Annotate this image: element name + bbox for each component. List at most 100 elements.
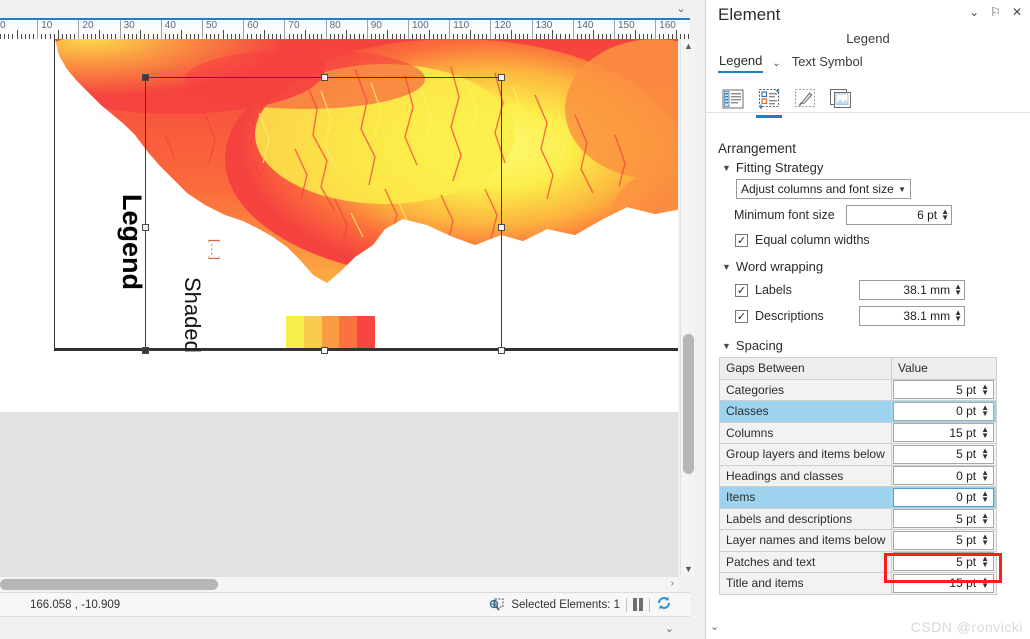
chevron-down-icon[interactable]: ▼ [898,185,906,194]
word-wrapping-group[interactable]: ▼ Word wrapping [722,259,1030,274]
fitting-strategy-group[interactable]: ▼ Fitting Strategy [722,160,1030,175]
menu-chevron-icon[interactable]: ⌄ [969,5,979,19]
selection-handle-bottom-left[interactable] [142,347,149,354]
descriptions-wrap-stepper[interactable]: 38.1 mm ▲ ▼ [859,306,965,326]
view-bottom-chevron-icon[interactable]: ⌄ [665,622,674,635]
refresh-icon[interactable] [656,595,672,614]
legend-items-icon[interactable] [719,85,747,112]
spacing-row-label[interactable]: Headings and classes [720,465,892,487]
stepper-arrows-icon[interactable]: ▲ ▼ [941,208,949,222]
spacing-row-value-cell[interactable]: 15 pt ▲ ▼ [892,573,996,595]
spacing-row-label[interactable]: Title and items [720,573,892,595]
tab-dropdown-chevron-icon[interactable]: ⌄ [772,58,780,69]
spacing-row[interactable]: Title and items 15 pt ▲ ▼ [720,573,996,595]
selection-bounding-box[interactable] [142,74,505,354]
descriptions-wrap-checkbox[interactable]: ✓ [735,309,748,323]
spacing-row-value-cell[interactable]: 5 pt ▲ ▼ [892,530,996,552]
canvas-horizontal-scrollbar[interactable]: › [0,577,678,592]
spacing-row[interactable]: Classes 0 pt ▲ ▼ [720,401,996,423]
stepper-arrows-icon[interactable]: ▲ ▼ [981,468,991,482]
labels-wrap-checkbox[interactable]: ✓ [735,283,748,297]
stepper-arrows-icon[interactable]: ▲ ▼ [981,425,991,439]
spacing-row-value-cell[interactable]: 5 pt ▲ ▼ [892,379,996,401]
spacing-value-stepper[interactable]: 5 pt ▲ ▼ [893,509,994,529]
pin-icon[interactable]: ⚐ [990,5,1001,19]
spacing-row-label[interactable]: Patches and text [720,551,892,573]
spacing-table[interactable]: Gaps Between Value Categories 5 pt ▲ ▼ Classes… [719,357,997,595]
stepper-arrows-icon[interactable]: ▲ ▼ [981,404,991,418]
selection-handle-bottom-center[interactable] [321,347,328,354]
spacing-row-value-cell[interactable]: 15 pt ▲ ▼ [892,422,996,444]
stepper-arrows-icon[interactable]: ▲ ▼ [954,309,962,323]
close-icon[interactable]: ✕ [1012,5,1022,19]
tab-legend[interactable]: Legend [718,53,764,73]
stepper-arrows-icon[interactable]: ▲ ▼ [981,533,991,547]
stepper-arrows-icon[interactable]: ▲ ▼ [981,576,991,590]
scroll-up-arrow-icon[interactable]: ▲ [681,39,696,54]
stepper-arrows-icon[interactable]: ▲ ▼ [981,511,991,525]
spacing-row[interactable]: Layer names and items below 5 pt ▲ ▼ [720,530,996,552]
spacing-value-stepper[interactable]: 15 pt ▲ ▼ [893,423,994,443]
spacing-group[interactable]: ▼ Spacing [722,338,1030,353]
spacing-row[interactable]: Labels and descriptions 5 pt ▲ ▼ [720,508,996,530]
stepper-arrows-icon[interactable]: ▲ ▼ [954,283,962,297]
spacing-row-value-cell[interactable]: 0 pt ▲ ▼ [892,401,996,423]
spacing-value-stepper[interactable]: 15 pt ▲ ▼ [893,573,994,593]
selection-handle-top-center[interactable] [321,74,328,81]
selection-handle-top-right[interactable] [498,74,505,81]
fitting-strategy-dropdown[interactable]: Adjust columns and font size ▼ [736,179,911,199]
status-expand-chevron-icon[interactable]: › [671,578,674,589]
chevron-down-icon[interactable]: ▼ [722,262,731,272]
spacing-row-label[interactable]: Labels and descriptions [720,508,892,530]
spacing-row[interactable]: Columns 15 pt ▲ ▼ [720,422,996,444]
spacing-row-value-cell[interactable]: 0 pt ▲ ▼ [892,465,996,487]
spacing-row[interactable]: Group layers and items below 5 pt ▲ ▼ [720,444,996,466]
spacing-row-label[interactable]: Items [720,487,892,509]
spacing-row-value-cell[interactable]: 5 pt ▲ ▼ [892,444,996,466]
legend-format-icon[interactable] [791,85,819,112]
equal-column-widths-checkbox[interactable]: ✓ [735,233,748,247]
selection-handle-middle-right[interactable] [498,224,505,231]
pause-icon[interactable] [633,598,643,611]
spacing-value-stepper[interactable]: 5 pt ▲ ▼ [893,380,994,400]
spacing-value-stepper[interactable]: 0 pt ▲ ▼ [893,487,994,507]
chevron-down-icon[interactable]: ▼ [722,163,731,173]
spacing-value-stepper[interactable]: 5 pt ▲ ▼ [893,552,994,572]
spacing-value-stepper[interactable]: 0 pt ▲ ▼ [893,466,994,486]
stepper-arrows-icon[interactable]: ▲ ▼ [981,490,991,504]
layout-page[interactable]: Legend [...] Shaded [54,39,678,354]
spacing-row-value-cell[interactable]: 0 pt ▲ ▼ [892,487,996,509]
spacing-row[interactable]: Items 0 pt ▲ ▼ [720,487,996,509]
spacing-row-label[interactable]: Columns [720,422,892,444]
spacing-row[interactable]: Patches and text 5 pt ▲ ▼ [720,551,996,573]
selection-handle-middle-left[interactable] [142,224,149,231]
selection-handle-bottom-right[interactable] [498,347,505,354]
tab-text-symbol[interactable]: Text Symbol [791,54,864,72]
selection-handle-top-left[interactable] [142,74,149,81]
spacing-row-label[interactable]: Group layers and items below [720,444,892,466]
select-elements-icon[interactable] [489,598,505,612]
horizontal-ruler[interactable]: 0 10 20 30 40 50 60 70 80 90 100 110 120 130 140 150 160 [0,18,690,39]
spacing-row-label[interactable]: Classes [720,401,892,423]
spacing-value-stepper[interactable]: 0 pt ▲ ▼ [893,401,994,421]
spacing-value-stepper[interactable]: 5 pt ▲ ▼ [893,530,994,550]
legend-title-text[interactable]: Legend [116,194,147,290]
panel-scroll-down-chevron-icon[interactable]: ⌄ [710,620,719,633]
labels-wrap-stepper[interactable]: 38.1 mm ▲ ▼ [859,280,965,300]
horizontal-scroll-thumb[interactable] [0,579,218,590]
spacing-value-stepper[interactable]: 5 pt ▲ ▼ [893,444,994,464]
spacing-row[interactable]: Headings and classes 0 pt ▲ ▼ [720,465,996,487]
scroll-down-arrow-icon[interactable]: ▼ [681,562,696,577]
spacing-row-label[interactable]: Categories [720,379,892,401]
canvas-vertical-scrollbar[interactable]: ▲ ▼ [680,39,695,577]
legend-arrangement-icon[interactable] [755,85,783,118]
legend-frame-icon[interactable] [827,85,855,112]
spacing-row-value-cell[interactable]: 5 pt ▲ ▼ [892,551,996,573]
chevron-down-icon[interactable]: ▼ [722,341,731,351]
vertical-scroll-thumb[interactable] [683,334,694,474]
minimum-font-size-stepper[interactable]: 6 pt ▲ ▼ [846,205,952,225]
spacing-row-label[interactable]: Layer names and items below [720,530,892,552]
stepper-arrows-icon[interactable]: ▲ ▼ [981,447,991,461]
stepper-arrows-icon[interactable]: ▲ ▼ [981,554,991,568]
spacing-row[interactable]: Categories 5 pt ▲ ▼ [720,379,996,401]
